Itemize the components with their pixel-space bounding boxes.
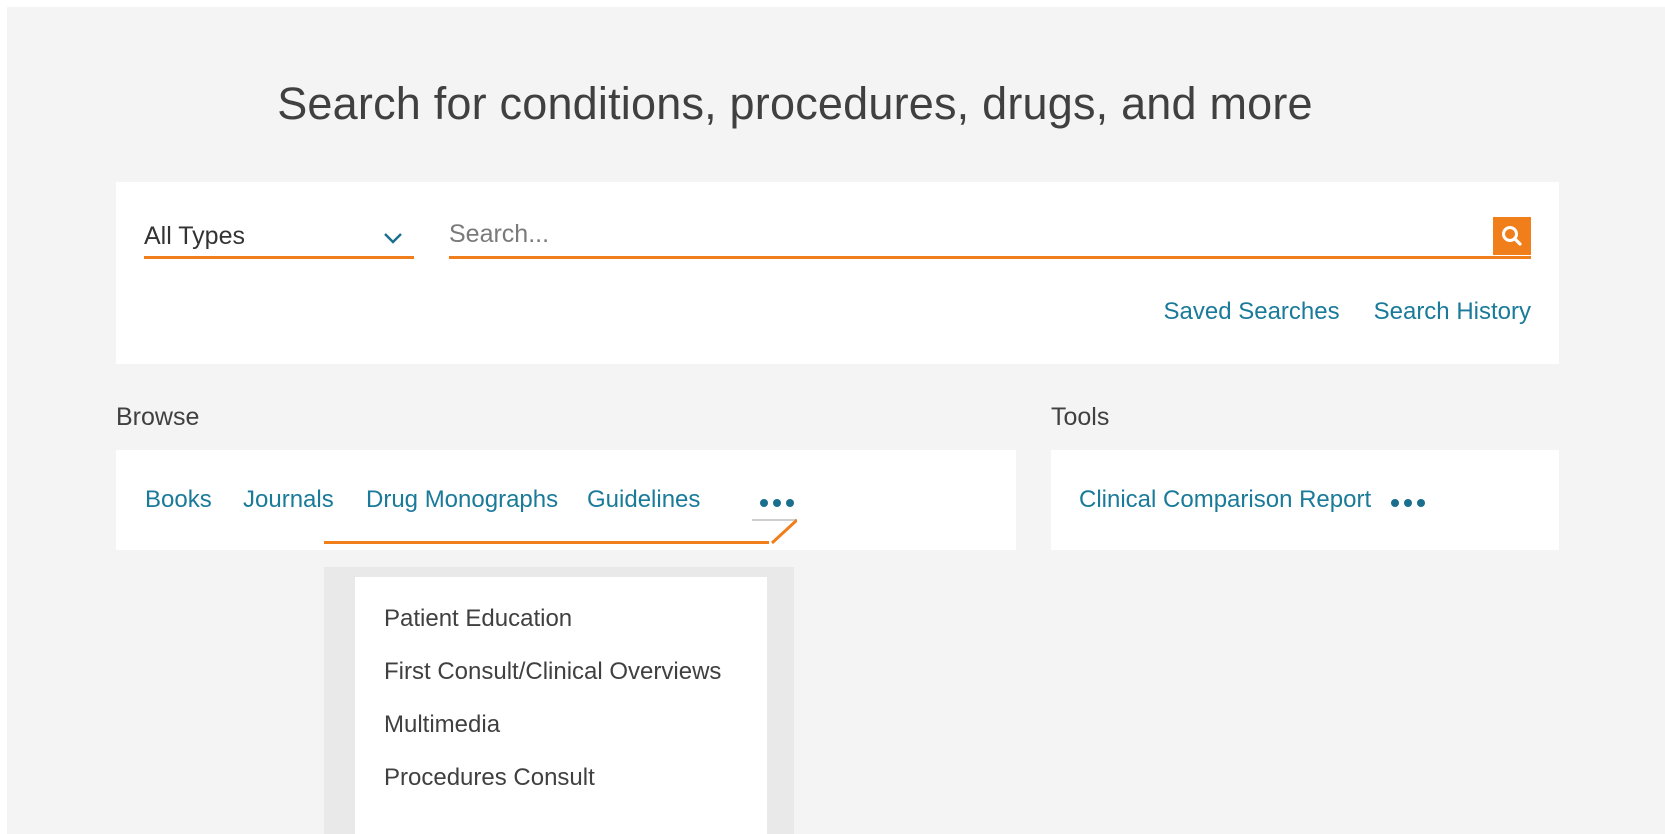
saved-searches-link[interactable]: Saved Searches (1164, 298, 1340, 325)
tools-panel: Clinical Comparison Report (1051, 450, 1559, 550)
search-input[interactable] (449, 216, 1479, 252)
more-dots-icon[interactable] (1391, 494, 1431, 507)
search-history-link[interactable]: Search History (1374, 298, 1531, 325)
more-dots-icon[interactable] (760, 494, 800, 507)
search-button[interactable] (1493, 217, 1531, 255)
page-title: Search for conditions, procedures, drugs… (277, 78, 1313, 129)
browse-panel: Books Journals Drug Monographs Guideline… (116, 450, 1016, 550)
menu-item-multimedia[interactable]: Multimedia (384, 711, 500, 739)
browse-link-journals[interactable]: Journals (243, 486, 334, 514)
search-icon (1502, 226, 1522, 246)
search-panel: All Types Saved Searches Search History (116, 182, 1559, 364)
tools-link-clinical-comparison-report[interactable]: Clinical Comparison Report (1079, 486, 1371, 514)
active-tab-indicator (324, 541, 769, 544)
tools-heading: Tools (1051, 403, 1110, 431)
menu-item-procedures-consult[interactable]: Procedures Consult (384, 764, 595, 792)
browse-heading: Browse (116, 403, 200, 431)
type-select-value: All Types (144, 222, 245, 250)
menu-item-patient-education[interactable]: Patient Education (384, 605, 572, 633)
tab-notch (752, 518, 797, 544)
search-box (449, 214, 1531, 259)
browse-link-drug-monographs[interactable]: Drug Monographs (366, 486, 558, 514)
chevron-down-icon (384, 233, 402, 244)
search-links: Saved Searches Search History (1130, 298, 1532, 326)
page-background (7, 7, 1665, 834)
browse-more-menu: Patient Education First Consult/Clinical… (355, 577, 767, 834)
browse-link-books[interactable]: Books (145, 486, 212, 514)
type-select-dropdown[interactable]: All Types (144, 214, 414, 259)
menu-item-first-consult[interactable]: First Consult/Clinical Overviews (384, 658, 721, 686)
browse-link-guidelines[interactable]: Guidelines (587, 486, 700, 514)
